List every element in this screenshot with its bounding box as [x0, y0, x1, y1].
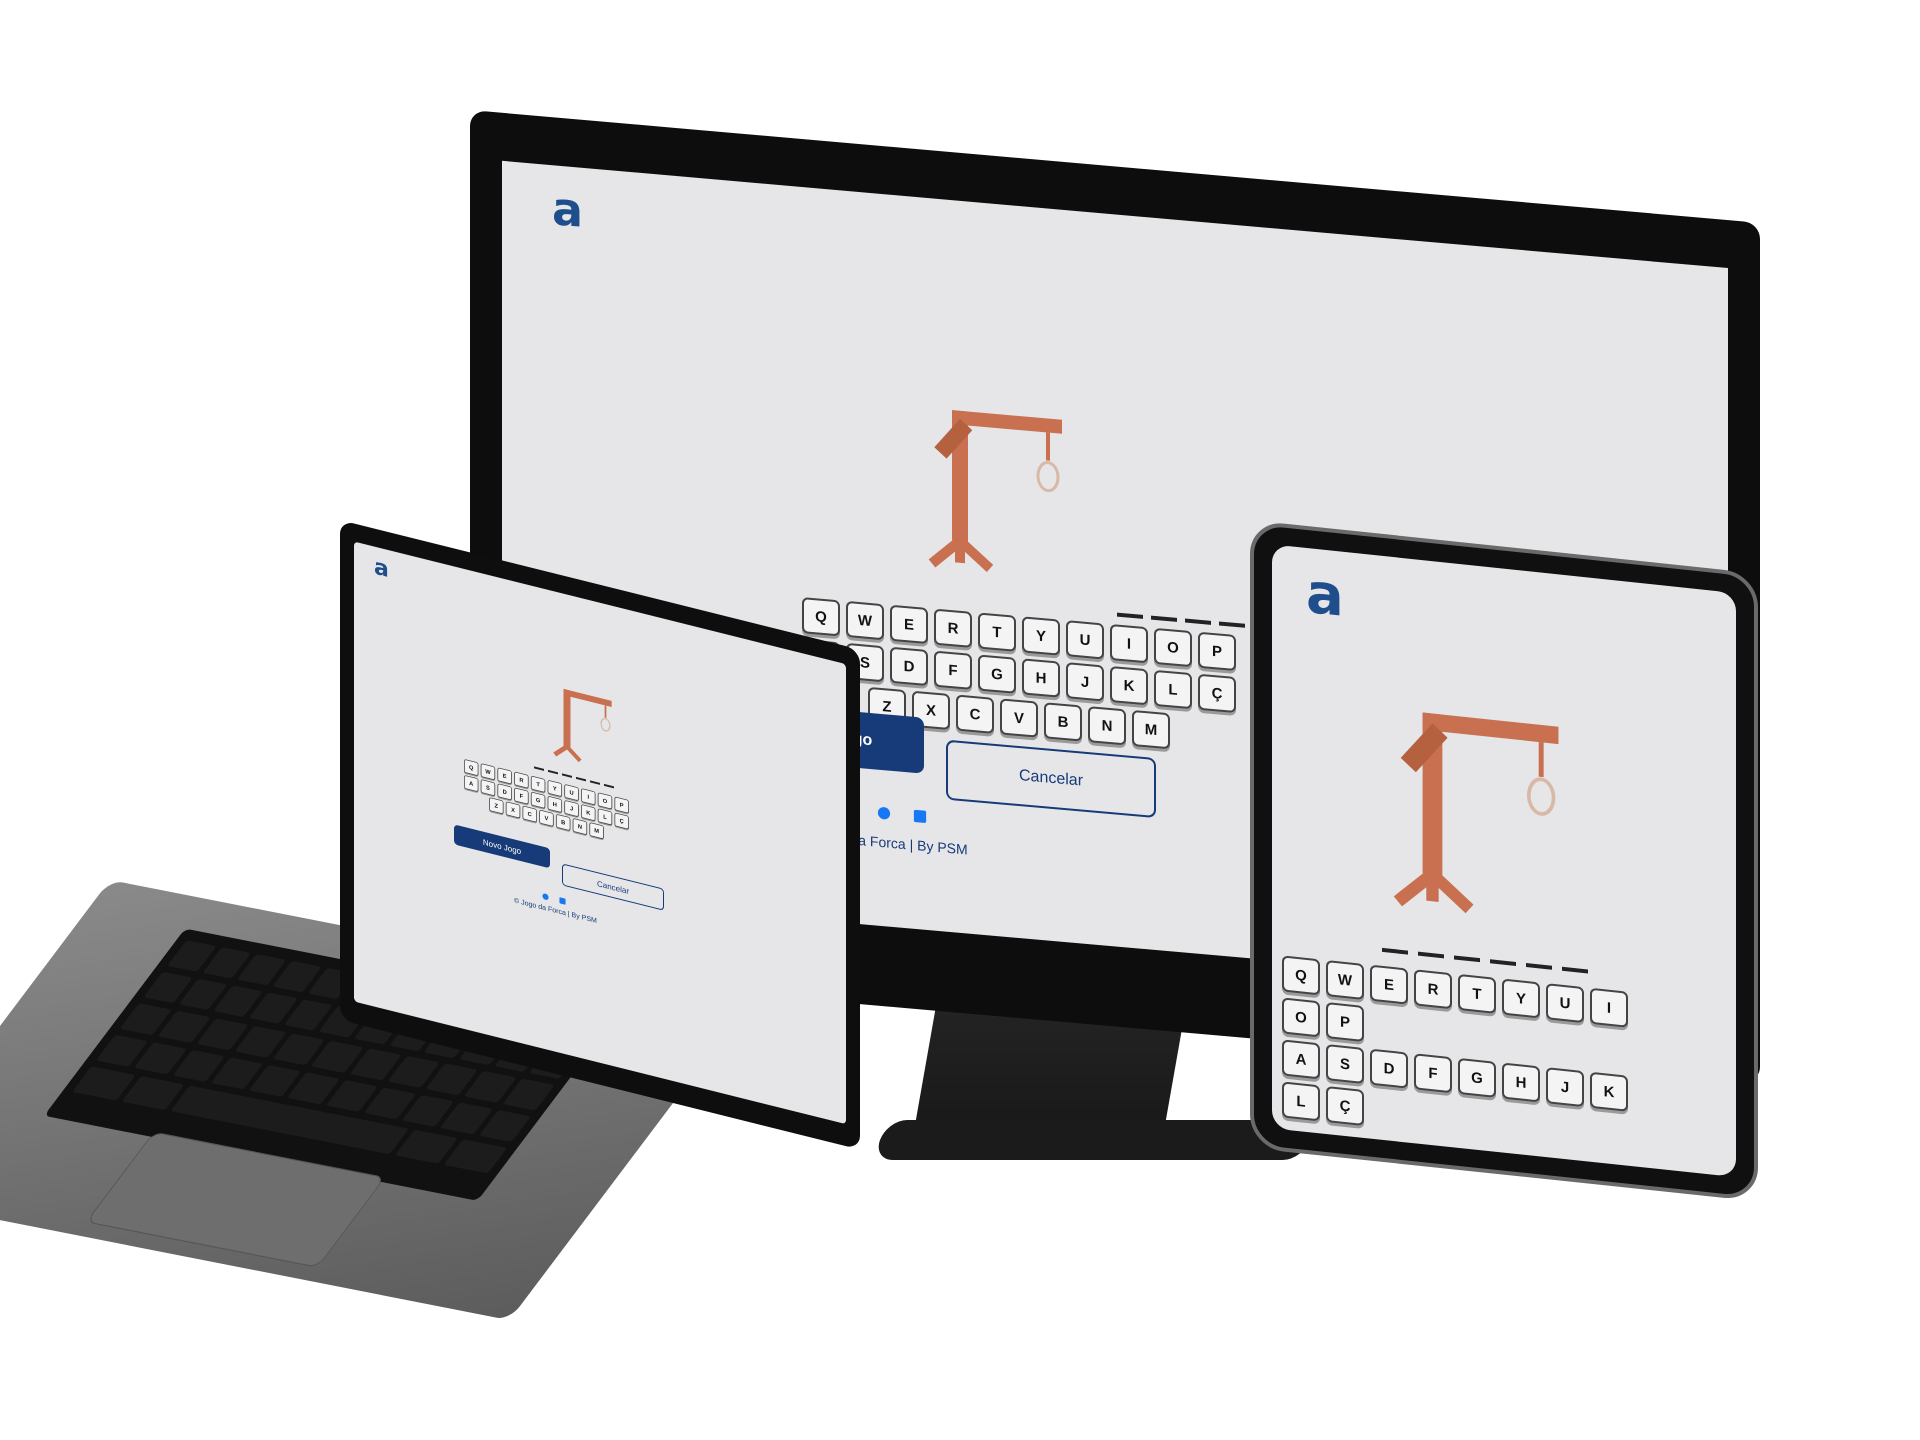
footer [842, 803, 962, 827]
laptop-key-c[interactable]: C [522, 805, 537, 823]
key-m[interactable]: M [1132, 709, 1170, 750]
laptop-key-i[interactable]: I [581, 788, 596, 806]
key-n[interactable]: N [1088, 706, 1126, 746]
github-icon[interactable] [877, 806, 891, 821]
tablet-key-r[interactable]: R [1414, 969, 1452, 1010]
key-l[interactable]: L [1154, 669, 1192, 710]
tablet-key-q[interactable]: Q [1282, 955, 1320, 996]
laptop-key-t[interactable]: T [530, 775, 546, 793]
key-i[interactable]: I [1110, 623, 1148, 664]
tablet-key-g[interactable]: G [1458, 1057, 1496, 1098]
laptop-logo: a [374, 554, 389, 584]
laptop-key-l[interactable]: L [597, 808, 613, 826]
logo: a [552, 181, 584, 238]
key-q[interactable]: Q [802, 597, 840, 637]
tablet-keyboard-row-4: L Ç [1282, 1081, 1364, 1126]
key-t[interactable]: T [978, 612, 1016, 652]
gallows-image [928, 410, 1062, 573]
key-e[interactable]: E [890, 604, 928, 645]
laptop-key-h[interactable]: H [547, 795, 563, 814]
tablet-key-o[interactable]: O [1282, 997, 1320, 1038]
key-h[interactable]: H [1022, 658, 1060, 698]
laptop-key-b[interactable]: B [555, 813, 571, 832]
laptop-key-x[interactable]: X [505, 801, 521, 819]
tablet-key-y[interactable]: Y [1502, 978, 1540, 1019]
laptop-key-p[interactable]: P [614, 796, 629, 814]
tablet-key-u[interactable]: U [1546, 983, 1584, 1024]
laptop-github-icon[interactable] [542, 892, 549, 901]
tablet-key-s[interactable]: S [1326, 1043, 1364, 1084]
laptop-key-o[interactable]: O [597, 792, 613, 810]
tablet: a Q W E R T Y U I O P A S D F G H J K L … [1250, 520, 1770, 1215]
key-c-cedilla[interactable]: Ç [1198, 673, 1236, 714]
laptop-key-d[interactable]: D [497, 783, 512, 801]
laptop-key-k[interactable]: K [581, 804, 596, 822]
laptop-key-q[interactable]: Q [464, 758, 479, 777]
laptop-key-r[interactable]: R [514, 771, 529, 789]
laptop-footer-icons [542, 892, 566, 905]
key-v[interactable]: V [1000, 698, 1038, 738]
linkedin-icon[interactable] [913, 809, 927, 824]
tablet-logo: a [1306, 560, 1344, 630]
tablet-key-d[interactable]: D [1370, 1048, 1408, 1089]
tablet-key-h[interactable]: H [1502, 1062, 1540, 1103]
laptop-key-c-cedilla[interactable]: Ç [614, 812, 629, 830]
key-o[interactable]: O [1154, 627, 1192, 668]
footer-icons [842, 803, 962, 827]
laptop-cancel-button[interactable]: Cancelar [562, 863, 664, 911]
tablet-key-w[interactable]: W [1326, 959, 1364, 1000]
key-k[interactable]: K [1110, 665, 1148, 706]
laptop-key-s[interactable]: S [480, 779, 496, 797]
key-c[interactable]: C [956, 694, 994, 734]
key-d[interactable]: D [890, 646, 928, 687]
laptop-key-z[interactable]: Z [489, 797, 504, 815]
tablet-key-p[interactable]: P [1326, 1001, 1364, 1042]
laptop-key-n[interactable]: N [572, 817, 588, 836]
laptop-key-m[interactable]: M [589, 822, 604, 840]
tablet-key-c-cedilla[interactable]: Ç [1326, 1085, 1364, 1126]
laptop-key-f[interactable]: F [514, 787, 529, 805]
laptop-new-game-button[interactable]: Novo Jogo [454, 824, 550, 869]
tablet-keyboard-row-2: O P [1282, 997, 1364, 1042]
key-f[interactable]: F [934, 650, 972, 690]
tablet-key-j[interactable]: J [1546, 1067, 1584, 1108]
key-w[interactable]: W [846, 600, 884, 641]
key-b[interactable]: B [1044, 702, 1082, 742]
tablet-key-e[interactable]: E [1370, 964, 1408, 1005]
laptop-key-y[interactable]: Y [547, 779, 563, 798]
tablet-key-i[interactable]: I [1590, 987, 1628, 1028]
laptop-key-j[interactable]: J [564, 799, 579, 818]
tablet-key-f[interactable]: F [1414, 1053, 1452, 1094]
tablet-screen: a Q W E R T Y U I O P A S D F G H J K L … [1272, 544, 1736, 1178]
tablet-key-k[interactable]: K [1590, 1071, 1628, 1112]
tablet-key-a[interactable]: A [1282, 1039, 1320, 1080]
key-u[interactable]: U [1066, 620, 1104, 660]
laptop-gallows-image [553, 688, 612, 763]
laptop-key-e[interactable]: E [497, 767, 512, 785]
laptop-linkedin-icon[interactable] [559, 897, 566, 906]
key-y[interactable]: Y [1022, 616, 1060, 656]
tablet-letter-keyboard: Q W E R T Y U I O P A S D F G H J K L Ç [1282, 955, 1628, 1153]
laptop-key-w[interactable]: W [480, 763, 496, 781]
key-g[interactable]: G [978, 654, 1016, 694]
key-p[interactable]: P [1198, 631, 1236, 672]
laptop-key-a[interactable]: A [464, 774, 479, 793]
key-r[interactable]: R [934, 608, 972, 648]
cancel-button[interactable]: Cancelar [946, 739, 1156, 819]
laptop-key-g[interactable]: G [530, 791, 546, 809]
key-j[interactable]: J [1066, 662, 1104, 702]
tablet-key-t[interactable]: T [1458, 973, 1496, 1014]
laptop-key-v[interactable]: V [539, 809, 554, 827]
tablet-gallows-image [1393, 712, 1559, 914]
tablet-key-l[interactable]: L [1282, 1081, 1320, 1122]
laptop-key-u[interactable]: U [564, 783, 579, 802]
